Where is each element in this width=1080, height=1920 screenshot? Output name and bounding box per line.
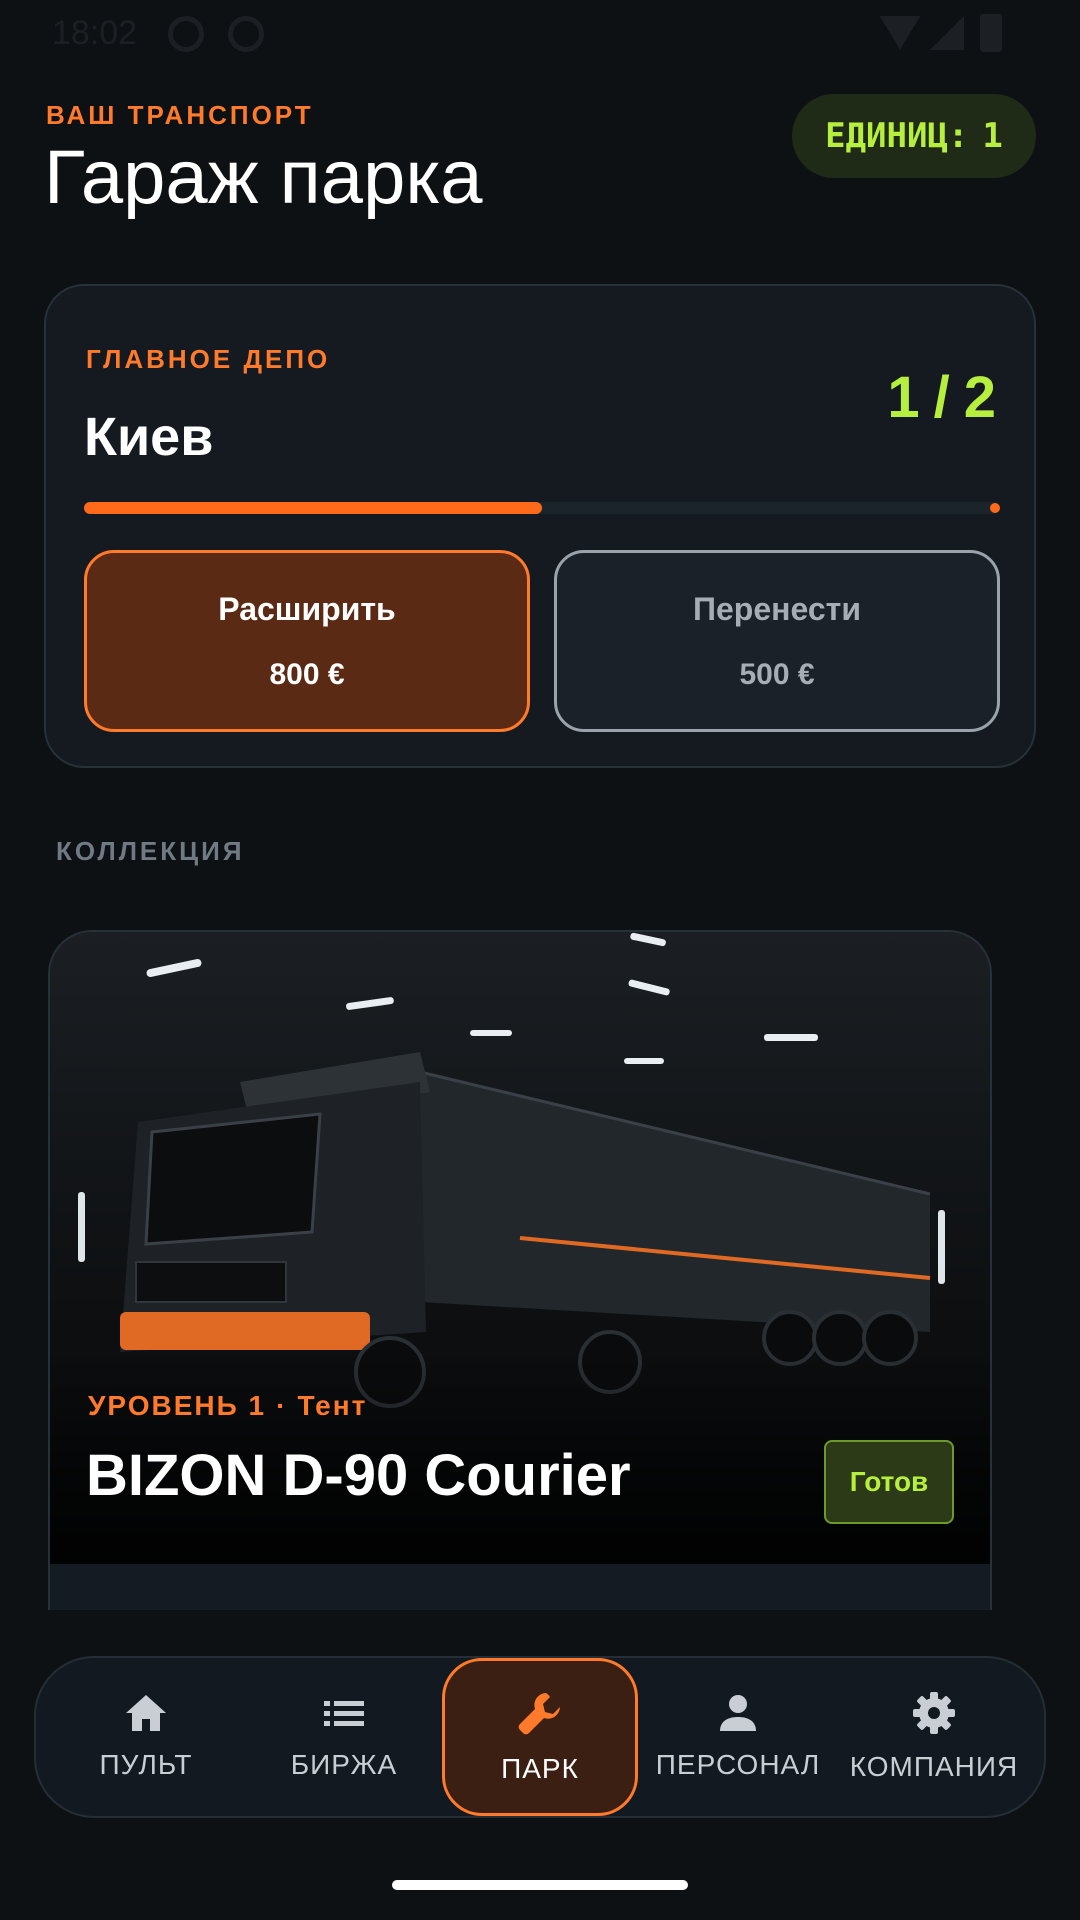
nav-item-label: ПУЛЬТ xyxy=(99,1749,193,1780)
nav-item-exchange[interactable]: БИРЖА xyxy=(246,1658,442,1816)
units-label: ЕДИНИЦ: xyxy=(825,116,969,156)
capacity-used: 1 xyxy=(887,365,920,430)
home-icon xyxy=(126,1695,166,1731)
nav-item-label: ПАРК xyxy=(501,1753,579,1784)
collection-section-label: КОЛЛЕКЦИЯ xyxy=(56,836,245,866)
capacity-total: 2 xyxy=(963,365,996,430)
vehicle-name: BIZON D-90 Courier xyxy=(86,1443,631,1508)
bottom-nav: ПУЛЬТ БИРЖА ПАРК ПЕРСОНАЛ КОМПАНИЯ xyxy=(34,1656,1046,1818)
status-time: 18:02 xyxy=(52,14,138,52)
gear-icon xyxy=(913,1692,955,1734)
nav-item-label: КОМПАНИЯ xyxy=(849,1751,1019,1782)
home-indicator[interactable] xyxy=(392,1880,688,1890)
status-bar: 18:02 xyxy=(0,0,1080,70)
nav-item-company[interactable]: КОМПАНИЯ xyxy=(836,1658,1032,1816)
capacity-progress-bar xyxy=(84,502,1000,514)
vehicle-level-separator: · xyxy=(276,1390,288,1421)
units-value: 1 xyxy=(982,116,1003,156)
vehicle-card-footer xyxy=(50,1564,990,1610)
signal-icon xyxy=(930,16,964,50)
nav-item-dashboard[interactable]: ПУЛЬТ xyxy=(48,1658,244,1816)
header-eyebrow: ВАШ ТРАНСПОРТ xyxy=(46,100,314,130)
vehicle-level-text: УРОВЕНЬ 1 xyxy=(88,1390,267,1421)
vehicle-status-badge: Готов xyxy=(824,1440,954,1524)
alarm-icon xyxy=(168,16,204,52)
wrench-icon xyxy=(518,1693,560,1735)
wifi-icon xyxy=(880,16,920,50)
nav-item-label: ПЕРСОНАЛ xyxy=(655,1749,821,1780)
capacity-separator: / xyxy=(933,365,950,430)
move-button-label: Перенести xyxy=(693,590,861,627)
expand-button[interactable]: Расширить 800 € xyxy=(84,550,530,732)
sync-icon xyxy=(228,16,264,52)
person-icon xyxy=(720,1695,756,1731)
depot-label: ГЛАВНОЕ ДЕПО xyxy=(86,344,331,374)
expand-button-label: Расширить xyxy=(218,590,396,627)
page-title: Гараж парка xyxy=(44,135,483,220)
vehicle-level: УРОВЕНЬ 1 · Тент xyxy=(88,1390,367,1422)
nav-item-label: БИРЖА xyxy=(290,1749,398,1780)
capacity-progress-fill xyxy=(84,502,542,514)
depot-card: ГЛАВНОЕ ДЕПО Киев 1 / 2 Расширить 800 € … xyxy=(44,284,1036,768)
nav-item-fleet[interactable]: ПАРК xyxy=(442,1658,638,1816)
vehicle-card[interactable]: УРОВЕНЬ 1 · Тент BIZON D-90 Courier Гото… xyxy=(48,930,992,1610)
list-icon xyxy=(324,1701,364,1726)
depot-capacity: 1 / 2 xyxy=(887,364,996,431)
depot-city: Киев xyxy=(84,407,214,467)
nav-item-staff[interactable]: ПЕРСОНАЛ xyxy=(640,1658,836,1816)
expand-button-price: 800 € xyxy=(269,657,345,691)
vehicle-type: Тент xyxy=(297,1390,368,1421)
move-button[interactable]: Перенести 500 € xyxy=(554,550,1000,732)
units-badge: ЕДИНИЦ: 1 xyxy=(792,94,1036,178)
battery-icon xyxy=(980,14,1002,52)
capacity-progress-end-dot xyxy=(990,503,1000,513)
move-button-price: 500 € xyxy=(739,657,815,691)
